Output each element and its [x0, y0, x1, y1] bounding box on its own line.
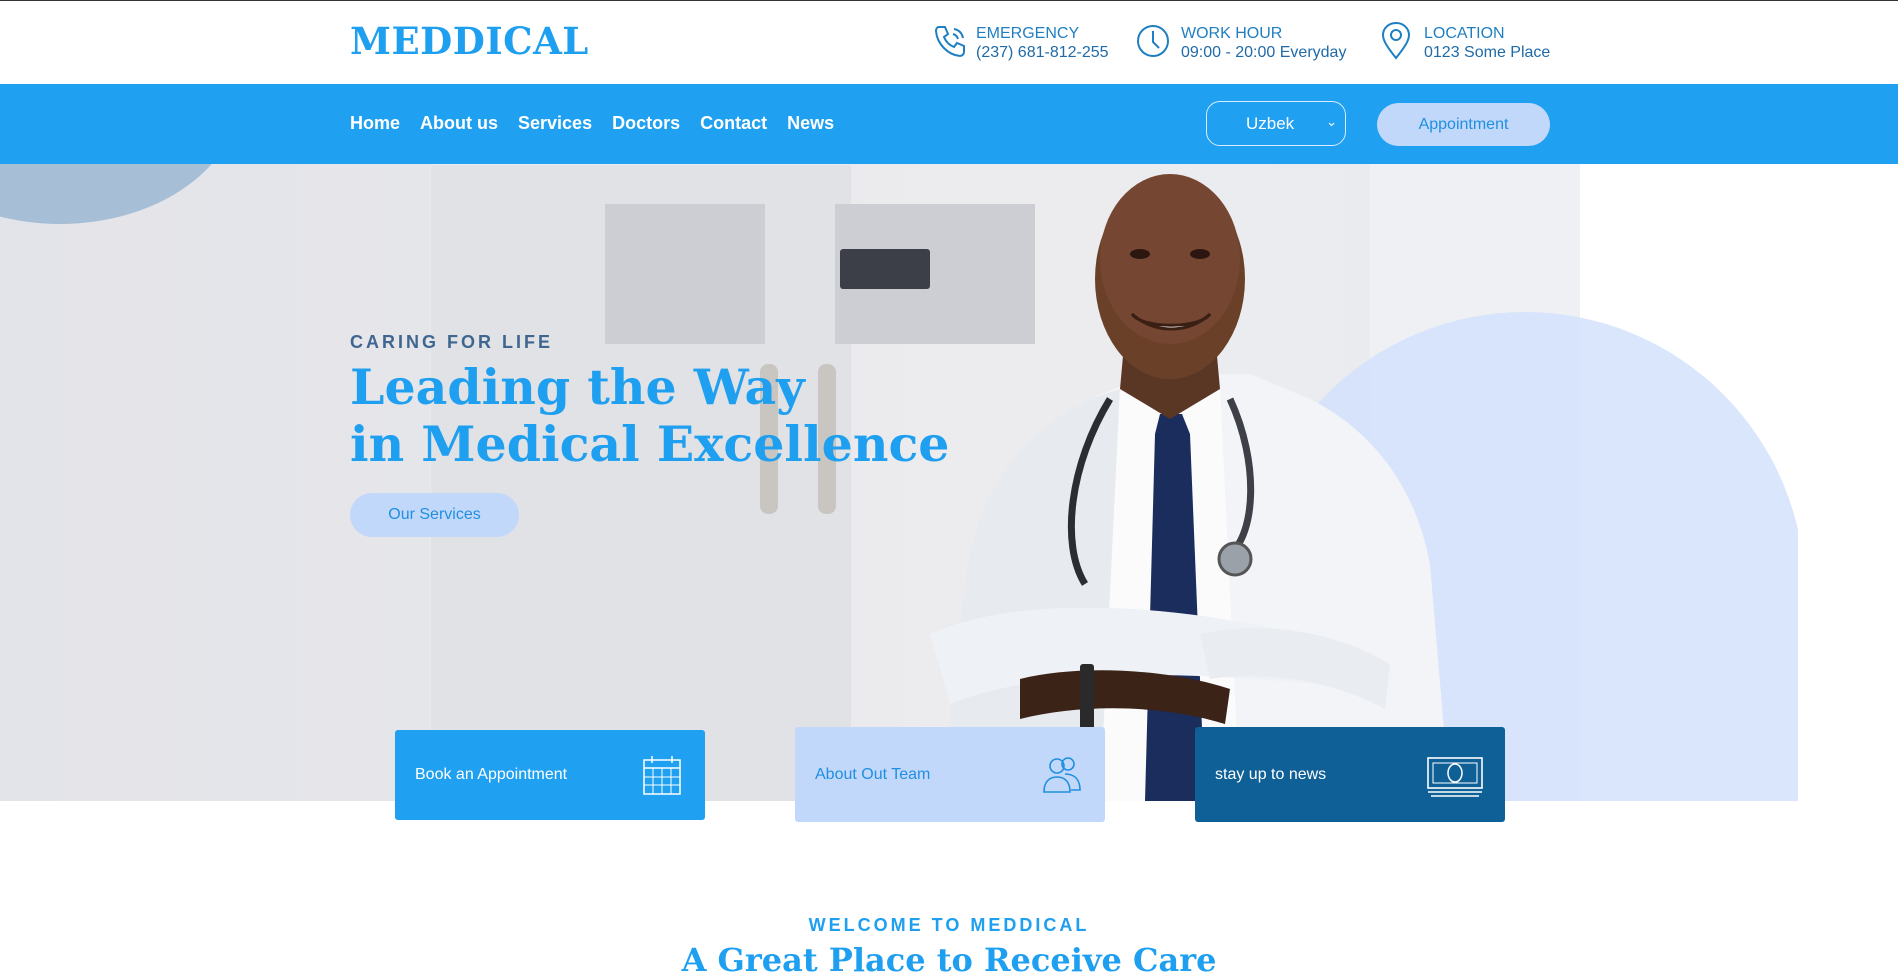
- our-services-button[interactable]: Our Services: [350, 493, 519, 537]
- welcome-eyebrow: WELCOME TO MEDDICAL: [808, 915, 1090, 935]
- location-label: LOCATION: [1424, 25, 1505, 42]
- clock-icon: [1137, 25, 1169, 57]
- work-hour-label: WORK HOUR: [1181, 25, 1283, 42]
- team-icon: [1043, 756, 1081, 793]
- nav-about-us[interactable]: About us: [420, 113, 498, 134]
- location-value: 0123 Some Place: [1424, 44, 1551, 61]
- hero-section: CARING FOR LIFE Leading the Way in Medic…: [0, 164, 1898, 801]
- card-title: Book an Appointment: [415, 766, 568, 783]
- hero-title-line-2: in Medical Excellence: [350, 415, 950, 473]
- background-window: [605, 204, 765, 344]
- nav-services[interactable]: Services: [518, 113, 592, 134]
- card-title: About Out Team: [815, 765, 931, 783]
- hero-eyebrow: CARING FOR LIFE: [350, 332, 553, 352]
- decorative-blob: [0, 164, 240, 224]
- work-hour-value: 09:00 - 20:00 Everyday: [1181, 44, 1347, 61]
- emergency-label: EMERGENCY: [976, 25, 1080, 42]
- emergency-info: EMERGENCY (237) 681-812-255: [930, 21, 1109, 62]
- nav-contact[interactable]: Contact: [700, 113, 767, 134]
- doctor-photo: [930, 174, 1450, 801]
- main-navbar: Home About us Services Doctors Contact N…: [0, 84, 1898, 164]
- top-header: MEDDICAL EMERGENCY (237) 681-812-255 WOR…: [0, 1, 1898, 83]
- main-menu: Home About us Services Doctors Contact N…: [350, 113, 834, 134]
- emergency-phone[interactable]: (237) 681-812-255: [976, 43, 1109, 62]
- hero-title-line-1: Leading the Way: [350, 358, 805, 416]
- news-card[interactable]: stay up to news: [1195, 727, 1505, 822]
- appointment-button[interactable]: Appointment: [1377, 103, 1550, 146]
- chevron-down-icon: ⌄: [1326, 114, 1337, 129]
- money-icon: [1427, 756, 1483, 797]
- card-title: stay up to news: [1215, 765, 1327, 783]
- nav-doctors[interactable]: Doctors: [612, 113, 680, 134]
- welcome-title: A Great Place to Receive Care: [681, 941, 1217, 979]
- calendar-icon: [643, 756, 681, 795]
- language-value: Uzbek: [1246, 113, 1295, 133]
- about-team-card[interactable]: About Out Team: [795, 727, 1105, 822]
- phone-icon: [934, 26, 965, 58]
- nav-news[interactable]: News: [787, 113, 834, 134]
- book-appointment-card[interactable]: Book an Appointment: [395, 730, 705, 820]
- location-info: LOCATION 0123 Some Place: [1378, 21, 1550, 62]
- brand-logo[interactable]: MEDDICAL: [350, 19, 589, 63]
- work-hour-info: WORK HOUR 09:00 - 20:00 Everyday: [1135, 21, 1346, 62]
- location-pin-icon: [1381, 21, 1411, 60]
- hero-title: Leading the Way in Medical Excellence: [350, 359, 949, 473]
- nav-home[interactable]: Home: [350, 113, 400, 134]
- language-select[interactable]: Uzbek ⌄: [1206, 101, 1346, 146]
